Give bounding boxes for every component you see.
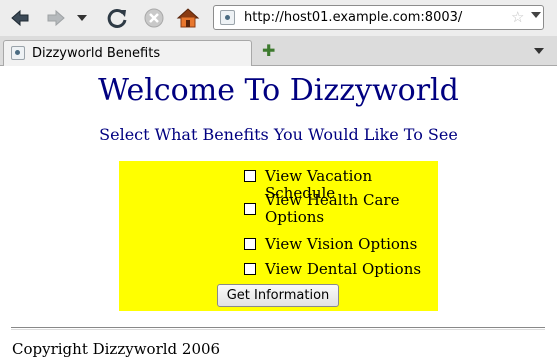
page-title: Welcome To Dizzyworld bbox=[98, 73, 459, 108]
new-tab-icon[interactable]: ✚ bbox=[262, 41, 275, 60]
bookmark-star-icon[interactable]: ☆ bbox=[511, 8, 524, 26]
url-text[interactable]: http://host01.example.com:8003/ bbox=[244, 10, 462, 25]
browser-toolbar: http://host01.example.com:8003/ ☆ bbox=[0, 0, 557, 36]
option-label: View Vision Options bbox=[265, 235, 418, 253]
divider bbox=[11, 327, 545, 330]
page-content: Welcome To Dizzyworld Select What Benefi… bbox=[0, 67, 557, 364]
history-dropdown-icon[interactable] bbox=[74, 4, 90, 32]
option-label: View Health Care Options bbox=[265, 191, 400, 226]
checkbox-health-care[interactable] bbox=[244, 203, 256, 215]
tab-title: Dizzyworld Benefits bbox=[32, 46, 161, 61]
tab-dizzyworld-benefits[interactable]: Dizzyworld Benefits bbox=[3, 40, 252, 66]
stop-icon[interactable] bbox=[140, 4, 168, 32]
option-vision[interactable]: View Vision Options bbox=[244, 236, 434, 253]
tab-bar: Dizzyworld Benefits ✚ bbox=[0, 36, 557, 66]
site-favicon-icon bbox=[220, 10, 235, 25]
checkbox-vision[interactable] bbox=[244, 238, 256, 250]
url-dropdown-icon[interactable] bbox=[531, 12, 541, 18]
tab-favicon-icon bbox=[11, 46, 25, 60]
option-health-care[interactable]: View Health Care Options bbox=[244, 192, 434, 226]
copyright-footer: Copyright Dizzyworld 2006 bbox=[12, 340, 221, 358]
reload-icon[interactable] bbox=[103, 4, 131, 32]
checkbox-dental[interactable] bbox=[244, 263, 256, 275]
tab-list-dropdown-icon[interactable] bbox=[534, 48, 544, 54]
option-label: View Dental Options bbox=[265, 260, 422, 278]
option-dental[interactable]: View Dental Options bbox=[244, 261, 434, 278]
home-icon[interactable] bbox=[174, 4, 202, 32]
address-bar[interactable]: http://host01.example.com:8003/ ☆ bbox=[213, 5, 544, 30]
benefits-form-panel: View Vacation Schedule View Health Care … bbox=[119, 161, 438, 311]
forward-arrow-icon[interactable] bbox=[42, 4, 70, 32]
get-information-button[interactable]: Get Information bbox=[217, 284, 339, 307]
checkbox-vacation-schedule[interactable] bbox=[244, 170, 256, 182]
page-subtitle: Select What Benefits You Would Like To S… bbox=[99, 125, 458, 144]
back-arrow-icon[interactable] bbox=[6, 4, 34, 32]
